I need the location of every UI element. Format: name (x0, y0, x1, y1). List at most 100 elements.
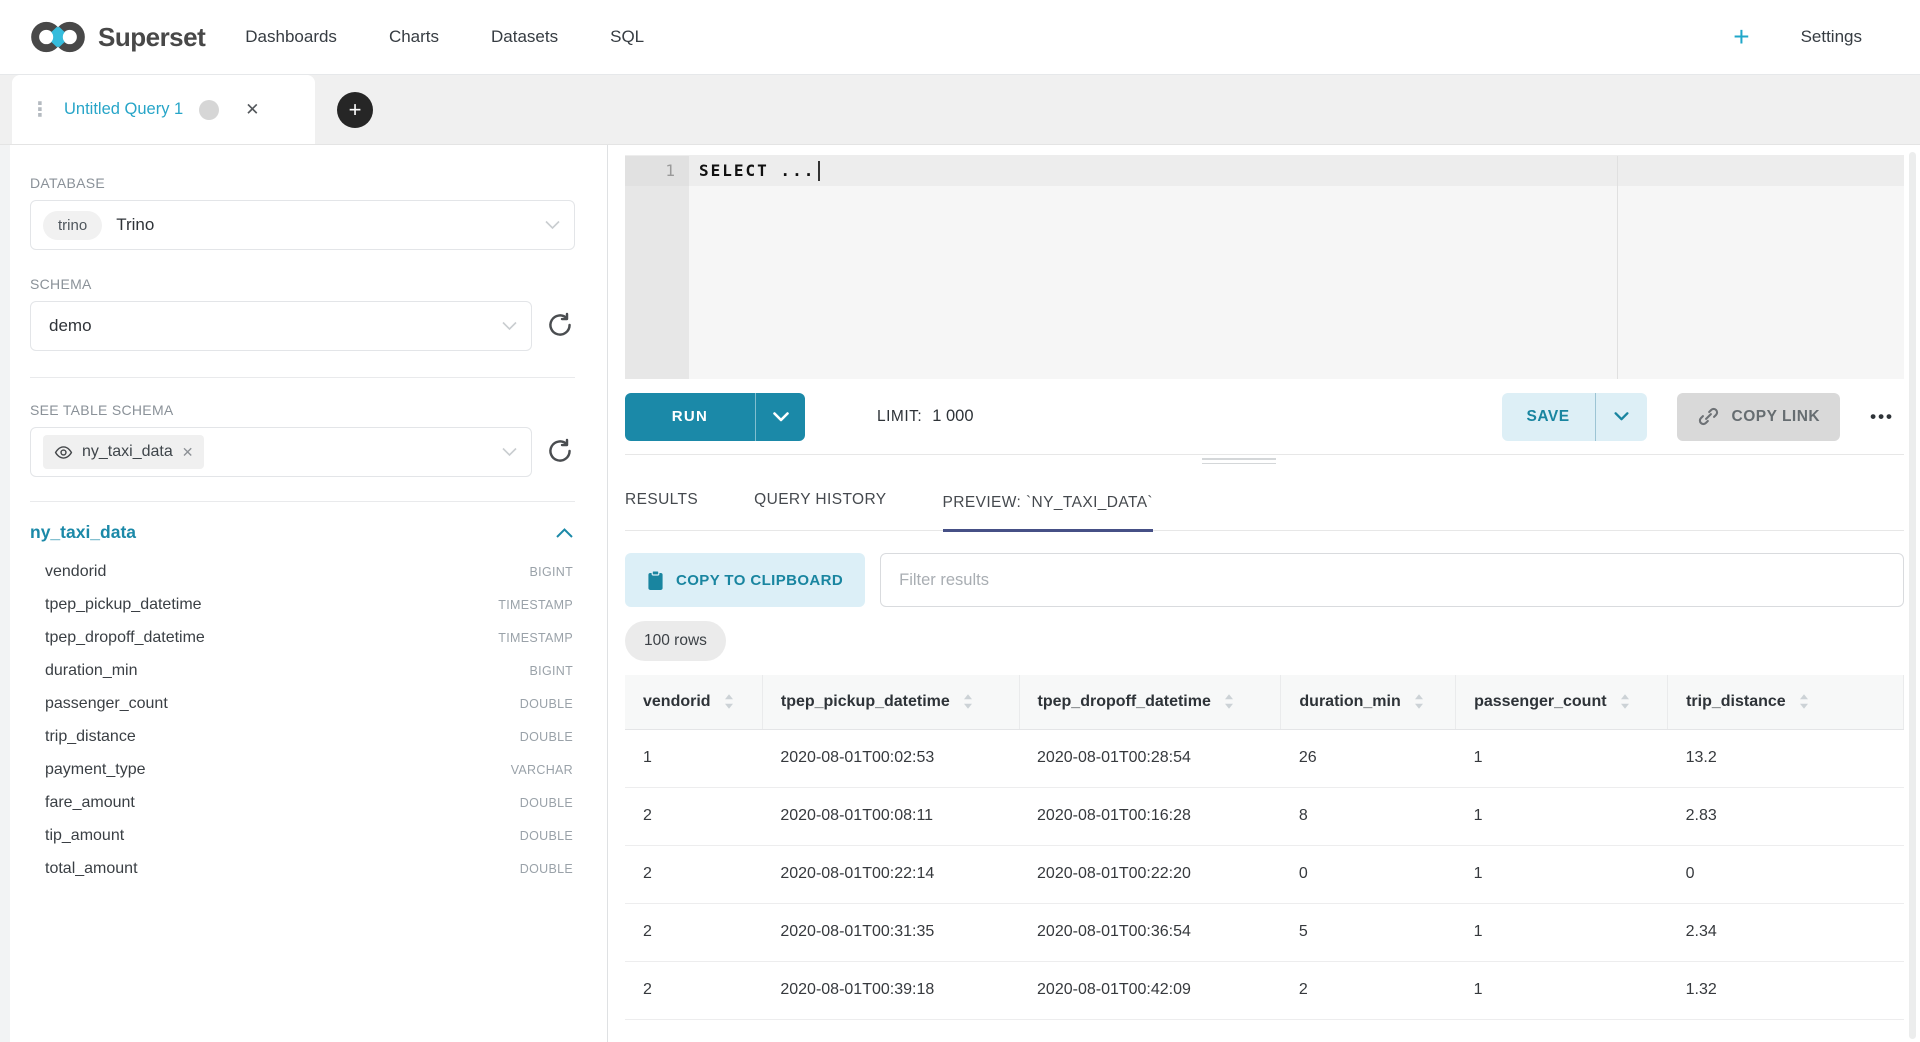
chevron-down-icon (1614, 412, 1629, 421)
schema-column-tpep-pickup-datetime[interactable]: tpep_pickup_datetimeTIMESTAMP (30, 588, 575, 621)
run-query-button[interactable]: RUN (625, 393, 805, 441)
results-table: vendorid tpep_pickup_datetime tpep_dropoff… (625, 675, 1904, 1020)
column-name: trip_distance (45, 728, 136, 746)
sort-icon[interactable] (1413, 692, 1425, 711)
schema-column-payment-type[interactable]: payment_typeVARCHAR (30, 753, 575, 786)
column-type: DOUBLE (520, 730, 573, 744)
column-header-passenger-count[interactable]: passenger_count (1456, 675, 1668, 729)
sort-icon[interactable] (1223, 692, 1235, 711)
column-type: TIMESTAMP (498, 631, 573, 645)
selected-table-name: ny_taxi_data (82, 443, 173, 461)
run-label[interactable]: RUN (625, 393, 755, 441)
editor-code-area[interactable]: SELECT ... (689, 156, 1904, 379)
schema-column-tpep-dropoff-datetime[interactable]: tpep_dropoff_datetimeTIMESTAMP (30, 621, 575, 654)
selected-table-tag[interactable]: ny_taxi_data ✕ (43, 435, 204, 469)
table-cell: 2 (625, 903, 762, 961)
result-tab-query-history[interactable]: QUERY HISTORY (754, 491, 886, 532)
column-header-vendorid[interactable]: vendorid (625, 675, 762, 729)
sql-editor-pane: 1 SELECT ... RUN LIMIT: (608, 145, 1920, 1042)
query-status-dot (199, 100, 219, 120)
line-number: 1 (625, 156, 689, 186)
sql-code-editor[interactable]: 1 SELECT ... (625, 155, 1904, 379)
nav-item-label: Charts (389, 27, 439, 47)
table-cell: 2020-08-01T00:28:54 (1019, 729, 1281, 787)
result-tab-preview[interactable]: PREVIEW: `NY_TAXI_DATA` (943, 494, 1153, 532)
limit-dropdown[interactable]: LIMIT: 1 000 (877, 407, 1008, 426)
column-header-tpep-dropoff-datetime[interactable]: tpep_dropoff_datetime (1019, 675, 1281, 729)
schema-column-total-amount[interactable]: total_amountDOUBLE (30, 852, 575, 885)
column-name: vendorid (45, 563, 106, 581)
column-type: TIMESTAMP (498, 598, 573, 612)
chevron-down-icon (502, 322, 517, 331)
column-name: total_amount (45, 860, 138, 878)
sort-icon[interactable] (1619, 692, 1631, 711)
pane-resize-handle[interactable] (1202, 458, 1276, 467)
database-select[interactable]: trino Trino (30, 200, 575, 250)
add-tab-button[interactable]: + (337, 92, 373, 128)
schema-column-tip-amount[interactable]: tip_amount DOUBLE (30, 819, 575, 852)
result-tab-results[interactable]: RESULTS (625, 491, 698, 532)
text-cursor (818, 161, 820, 181)
query-tab-active[interactable]: ⋮ Untitled Query 1 ✕ (12, 75, 315, 144)
limit-value: 1 000 (932, 407, 973, 426)
table-select[interactable]: ny_taxi_data ✕ (30, 427, 532, 477)
drag-handle-icon[interactable]: ⋮ (30, 104, 50, 116)
copy-link-button[interactable]: COPY LINK (1677, 393, 1841, 441)
table-cell: 2020-08-01T00:22:14 (762, 845, 1019, 903)
nav-item-dashboards[interactable]: Dashboards (245, 27, 337, 47)
table-cell: 2 (625, 787, 762, 845)
nav-item-sql[interactable]: SQL (610, 27, 662, 47)
column-name: fare_amount (45, 794, 135, 812)
nav-item-datasets[interactable]: Datasets (491, 27, 558, 47)
schema-column-passenger-count[interactable]: passenger_countDOUBLE (30, 687, 575, 720)
superset-logo[interactable]: Superset (30, 20, 205, 54)
column-header-duration-min[interactable]: duration_min (1281, 675, 1456, 729)
remove-table-icon[interactable]: ✕ (182, 444, 194, 461)
run-options-caret[interactable] (755, 393, 805, 441)
see-table-schema-label: SEE TABLE SCHEMA (30, 402, 575, 418)
schema-column-fare-amount[interactable]: fare_amount DOUBLE (30, 786, 575, 819)
print-margin-line (1617, 156, 1618, 379)
schema-column-vendorid[interactable]: vendoridBIGINT (30, 555, 575, 588)
table-cell: 8 (1281, 787, 1456, 845)
nav-item-label: SQL (610, 27, 644, 47)
filter-results-input[interactable] (880, 553, 1904, 607)
nav-item-charts[interactable]: Charts (389, 27, 439, 47)
column-name: payment_type (45, 761, 146, 779)
column-header-label: tpep_dropoff_datetime (1038, 693, 1211, 711)
schema-column-duration-min[interactable]: duration_minBIGINT (30, 654, 575, 687)
plus-icon: + (1733, 23, 1749, 51)
sort-icon[interactable] (1798, 692, 1810, 711)
column-header-trip-distance[interactable]: trip_distance (1668, 675, 1904, 729)
save-query-button[interactable]: SAVE (1502, 393, 1647, 441)
column-header-label: vendorid (643, 693, 711, 711)
settings-menu[interactable]: Settings (1801, 27, 1880, 47)
new-item-button[interactable]: + (1733, 23, 1766, 51)
column-type: DOUBLE (520, 796, 573, 810)
table-cell: 2 (1281, 961, 1456, 1019)
table-row: 22020-08-01T00:22:142020-08-01T00:22:200… (625, 845, 1904, 903)
more-actions-button[interactable]: ••• (1870, 407, 1894, 427)
sort-icon[interactable] (723, 692, 735, 711)
vertical-scrollbar[interactable] (1909, 152, 1916, 1039)
collapse-chevron-icon[interactable] (556, 528, 573, 538)
save-label[interactable]: SAVE (1502, 393, 1595, 441)
refresh-tables-button[interactable] (545, 437, 575, 467)
table-cell: 1 (1456, 787, 1668, 845)
save-options-caret[interactable] (1595, 393, 1647, 441)
close-tab-icon[interactable]: ✕ (245, 100, 259, 120)
table-columns-list: vendoridBIGINTtpep_pickup_datetimeTIMEST… (30, 555, 575, 885)
schema-select[interactable]: demo (30, 301, 532, 351)
sort-icon[interactable] (962, 692, 974, 711)
column-header-tpep-pickup-datetime[interactable]: tpep_pickup_datetime (762, 675, 1019, 729)
sql-code-text: SELECT ... (699, 156, 815, 186)
link-icon (1697, 405, 1720, 428)
schema-column-trip-distance[interactable]: trip_distance DOUBLE (30, 720, 575, 753)
column-name: tip_amount (45, 827, 124, 845)
column-type: DOUBLE (520, 697, 573, 711)
table-schema-title[interactable]: ny_taxi_data (30, 522, 136, 543)
column-type: DOUBLE (520, 829, 573, 843)
chevron-down-icon (502, 448, 517, 457)
refresh-schemas-button[interactable] (545, 311, 575, 341)
copy-to-clipboard-button[interactable]: COPY TO CLIPBOARD (625, 553, 865, 607)
